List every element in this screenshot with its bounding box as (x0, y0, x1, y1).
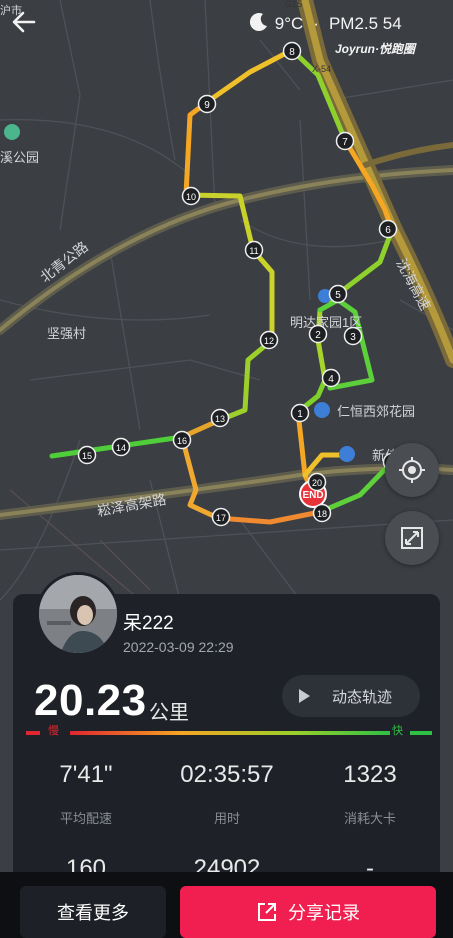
pace-color-legend (26, 731, 432, 735)
avatar[interactable] (36, 572, 120, 656)
svg-text:2: 2 (315, 330, 321, 341)
km-marker-14: 14 (111, 437, 131, 457)
svg-text:17: 17 (216, 513, 226, 523)
stat-calories: 1323 消耗大卡 (343, 761, 397, 826)
km-marker-9: 9 (197, 94, 217, 114)
km-marker-20: 20 (307, 472, 327, 492)
km-marker-17: 17 (211, 507, 231, 527)
svg-text:9: 9 (204, 100, 210, 111)
expand-icon (401, 527, 423, 549)
top-bar: 9°C · PM2.5 54 Joyrun·悦跑圈 (0, 0, 453, 56)
km-marker-12: 12 (259, 330, 279, 350)
svg-text:20: 20 (312, 478, 322, 488)
pace-fast-label: 快 (392, 725, 403, 737)
locate-icon (399, 457, 425, 483)
km-marker-16: 16 (172, 430, 192, 450)
distance-value: 20.23 (34, 676, 147, 725)
back-arrow-icon[interactable] (8, 6, 40, 38)
km-marker-2: 2 (308, 324, 328, 344)
km-marker-1: 1 (290, 403, 310, 423)
svg-text:X-54: X-54 (312, 64, 331, 74)
brand-logo: Joyrun·悦跑圈 (335, 42, 416, 56)
svg-text:10: 10 (186, 192, 196, 202)
stat-avg-pace: 7'41" 平均配速 (59, 761, 113, 826)
run-datetime: 2022-03-09 22:29 (123, 639, 234, 655)
view-more-button[interactable]: 查看更多 (20, 886, 166, 938)
km-marker-10: 10 (181, 186, 201, 206)
svg-text:3: 3 (350, 332, 356, 343)
share-record-button[interactable]: 分享记录 (180, 886, 436, 938)
svg-text:1: 1 (297, 409, 303, 420)
pace-slow-label: 慢 (48, 725, 59, 737)
svg-text:12: 12 (264, 336, 274, 346)
temperature: 9°C (274, 14, 304, 33)
svg-text:END: END (302, 490, 323, 501)
fullscreen-button[interactable] (385, 511, 439, 565)
locate-button[interactable] (385, 443, 439, 497)
svg-text:4: 4 (328, 374, 334, 385)
stat-duration: 02:35:57 用时 (180, 761, 274, 826)
km-marker-6: 6 (378, 219, 398, 239)
svg-text:13: 13 (215, 414, 225, 424)
svg-text:14: 14 (116, 443, 126, 453)
svg-text:15: 15 (82, 451, 92, 461)
svg-text:坚强村: 坚强村 (47, 326, 86, 341)
km-marker-11: 11 (244, 240, 264, 260)
distance-unit: 公里 (149, 702, 189, 724)
username: 呆222 (123, 613, 174, 634)
replay-track-label: 动态轨迹 (332, 688, 393, 706)
km-marker-15: 15 (77, 445, 97, 465)
km-marker-13: 13 (210, 408, 230, 428)
svg-text:仁恒西郊花园: 仁恒西郊花园 (337, 404, 415, 419)
svg-text:6: 6 (385, 225, 391, 236)
svg-text:16: 16 (177, 436, 187, 446)
share-icon (258, 903, 276, 921)
svg-text:18: 18 (317, 509, 327, 519)
svg-text:溪公园: 溪公园 (0, 150, 39, 165)
km-marker-18: 18 (312, 503, 332, 523)
svg-text:5: 5 (335, 290, 341, 301)
replay-track-button[interactable]: 动态轨迹 (282, 675, 420, 717)
km-marker-5: 5 (328, 284, 348, 304)
svg-text:11: 11 (249, 246, 258, 256)
play-icon (299, 689, 310, 703)
km-marker-7: 7 (335, 131, 355, 151)
moon-icon (249, 13, 267, 32)
weather-info: 9°C · PM2.5 54 (248, 11, 402, 34)
air-quality: PM2.5 54 (328, 14, 402, 33)
km-marker-4: 4 (321, 368, 341, 388)
km-marker-3: 3 (343, 326, 363, 346)
svg-text:7: 7 (342, 137, 348, 148)
share-record-label: 分享记录 (288, 903, 360, 923)
